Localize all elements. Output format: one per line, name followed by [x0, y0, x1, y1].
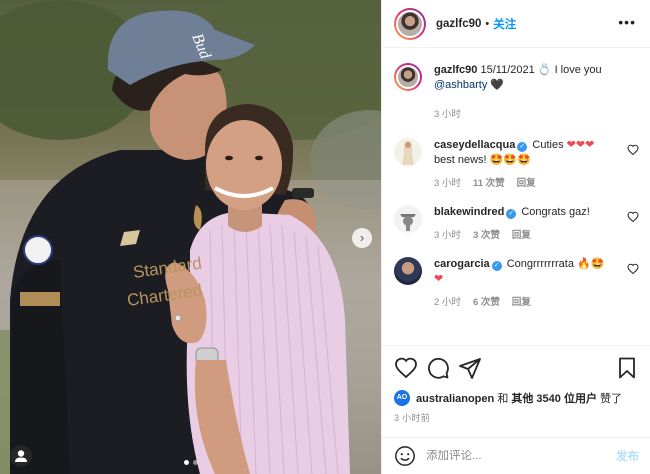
comment-time[interactable]: 3 小时 [434, 228, 461, 243]
verified-badge-icon: ✓ [517, 142, 528, 152]
comment-likes-count[interactable]: 11 次赞 [473, 176, 505, 191]
action-icon-row [394, 354, 639, 382]
commenter-avatar[interactable] [394, 205, 422, 233]
like-heart-icon[interactable] [394, 356, 418, 380]
commenter-username[interactable]: carogarcia [434, 258, 490, 270]
reply-button[interactable]: 回复 [517, 176, 536, 191]
post-detail-panel: gazlfc90 • 关注 ••• gazlfc90 15/11/2021 💍 … [381, 0, 650, 474]
likes-conj: 和 [497, 393, 509, 405]
caption-date: 15/11/2021 [480, 64, 535, 76]
caption-mention-link[interactable]: @ashbarty [434, 79, 487, 91]
comment-item: carogarcia ✓ Congrrrrrrrata 🔥🤩 ❤ 2 小时 6 次… [394, 257, 639, 310]
reply-button[interactable]: 回复 [512, 228, 531, 243]
comment-bubble-icon[interactable] [426, 356, 450, 380]
red-hearts-emoji: ❤❤❤ [566, 139, 595, 151]
caption-avatar-ring[interactable] [394, 63, 422, 91]
fire-star-eyes-emoji: 🔥🤩 [577, 258, 605, 270]
author-username[interactable]: gazlfc90 [436, 18, 481, 30]
emoji-smiley-icon[interactable] [394, 445, 416, 467]
caption-username[interactable]: gazlfc90 [434, 64, 477, 76]
comment-likes-count[interactable]: 6 次赞 [473, 295, 500, 310]
comment-text: Congrrrrrrrata [506, 258, 574, 270]
share-paper-plane-icon[interactable] [458, 356, 482, 380]
like-comment-heart-icon[interactable] [627, 144, 639, 156]
save-bookmark-icon[interactable] [615, 356, 639, 380]
carousel-dot-active [184, 460, 189, 465]
follow-button[interactable]: 关注 [493, 16, 516, 32]
header-separator: • [485, 17, 490, 30]
liker-username[interactable]: australianopen [416, 393, 494, 405]
user-icon [15, 450, 27, 462]
next-photo-button[interactable]: › [352, 228, 372, 248]
post-header: gazlfc90 • 关注 ••• [382, 0, 650, 48]
commenter-avatar[interactable] [394, 257, 422, 285]
star-eyes-emoji: 🤩🤩🤩 [489, 154, 531, 166]
commenter-username[interactable]: blakewindred [434, 206, 504, 218]
comment-text: Congrats gaz! [521, 206, 590, 218]
ring-emoji: 💍 [537, 64, 552, 76]
reply-button[interactable]: 回复 [512, 295, 531, 310]
red-heart-emoji: ❤ [434, 273, 444, 285]
avatar-image [394, 138, 422, 166]
comments-list[interactable]: gazlfc90 15/11/2021 💍 I love you @ashbar… [382, 49, 650, 345]
comment-text: Cuties [532, 139, 564, 151]
caption: gazlfc90 15/11/2021 💍 I love you @ashbar… [394, 63, 639, 122]
carousel-indicator [184, 460, 198, 465]
comment-input[interactable] [426, 450, 616, 462]
post-actions: AO australianopen 和 其他 3540 位用户 赞了 3 小时前 [382, 345, 650, 424]
photo-illustration: Bud Standard Chartered [0, 0, 381, 474]
like-comment-heart-icon[interactable] [627, 263, 639, 275]
add-comment-bar: 发布 [382, 437, 650, 474]
comment-item: blakewindred ✓ Congrats gaz! 3 小时 3 次赞 回复 [394, 205, 639, 243]
author-avatar [396, 9, 424, 38]
author-avatar-ring[interactable] [394, 7, 426, 40]
comment-text-2: best news! [434, 154, 487, 166]
tagged-users-button[interactable] [10, 445, 32, 467]
caption-time[interactable]: 3 小时 [434, 107, 461, 122]
likes-others-count[interactable]: 其他 3540 位用户 [511, 393, 597, 405]
caption-avatar [396, 65, 420, 89]
carousel-dot [193, 460, 198, 465]
more-options-icon[interactable]: ••• [618, 15, 636, 29]
post-photo[interactable]: Bud Standard Chartered › [0, 0, 381, 474]
comment-time[interactable]: 2 小时 [434, 295, 461, 310]
likes-suffix: 赞了 [600, 393, 623, 405]
like-comment-heart-icon[interactable] [627, 211, 639, 223]
black-heart-emoji: 🖤 [490, 79, 505, 91]
verified-badge-icon: ✓ [491, 261, 502, 271]
comment-item: caseydellacqua ✓ Cuties ❤❤❤ best news! 🤩🤩… [394, 138, 639, 191]
caption-text: I love you [554, 64, 602, 76]
verified-badge-icon: ✓ [506, 209, 517, 219]
post-time-ago[interactable]: 3 小时前 [394, 411, 639, 424]
commenter-username[interactable]: caseydellacqua [434, 139, 515, 151]
comment-time[interactable]: 3 小时 [434, 176, 461, 191]
likes-summary[interactable]: AO australianopen 和 其他 3540 位用户 赞了 [394, 390, 639, 406]
comment-likes-count[interactable]: 3 次赞 [473, 228, 500, 243]
commenter-avatar[interactable] [394, 138, 422, 166]
avatar-image [394, 205, 422, 233]
liker-avatar[interactable]: AO [394, 390, 410, 406]
post-comment-button[interactable]: 发布 [616, 448, 639, 464]
